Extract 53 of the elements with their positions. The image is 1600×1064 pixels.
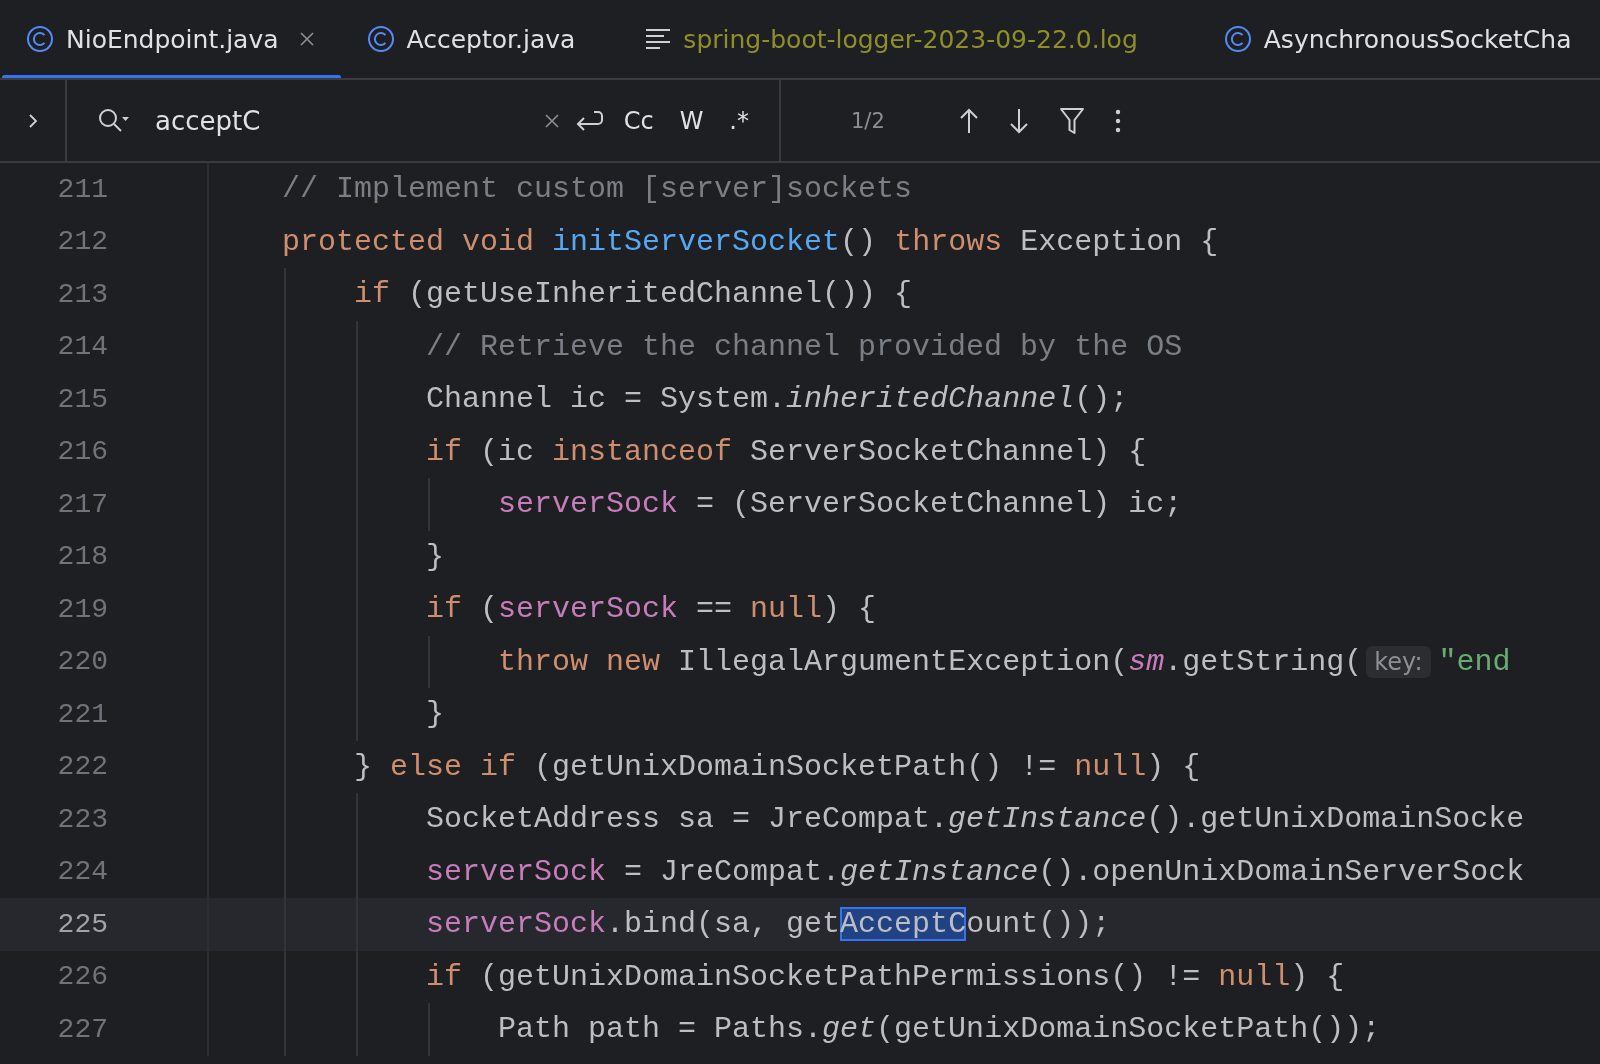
search-option-button[interactable]: W (673, 106, 710, 135)
line-number: 218 (57, 541, 108, 573)
editor-tab[interactable]: Acceptor.java (340, 0, 602, 78)
close-icon[interactable] (298, 31, 315, 47)
arrow-up-icon[interactable] (958, 107, 979, 134)
code-line: if (serverSock == null) { (425, 592, 877, 627)
line-number: 226 (57, 961, 108, 993)
code-line: protected void initServerSocket() throws Exception { (282, 224, 1219, 259)
line-number: 217 (57, 488, 108, 520)
code-line: } (425, 539, 445, 574)
code-line: } else if (getUnixDomainSocketPath() != null) { (353, 749, 1201, 784)
chevron-right-icon[interactable] (27, 112, 38, 129)
search-option-button[interactable]: .* (723, 106, 755, 135)
editor-tab[interactable]: spring-boot-logger-2023-09-22.0.log (601, 0, 1198, 78)
line-number: 223 (57, 803, 108, 835)
line-number: 216 (57, 436, 108, 468)
code-line: } (425, 697, 445, 732)
match-count: 1/2 (851, 108, 885, 133)
code-line: // Implement custom [server]sockets (282, 172, 913, 207)
text-lines-icon (645, 28, 672, 50)
search-option-button[interactable]: Cc (617, 106, 660, 135)
search-field[interactable]: acceptC Cc W .* (67, 80, 781, 161)
line-number: 211 (57, 173, 108, 205)
code-line: // Retrieve the channel provided by the OS (425, 329, 1183, 364)
code-line: if (getUseInheritedChannel()) { (353, 277, 913, 312)
editor-tab[interactable]: NioEndpoint.java (0, 0, 341, 78)
code-line: throw new IllegalArgumentException(sm.getString( key: "end (497, 644, 1511, 679)
editor-tab[interactable]: AsynchronousSocketCha (1197, 0, 1598, 78)
line-number: 219 (57, 593, 108, 625)
line-number: 221 (57, 698, 108, 730)
line-number: 222 (57, 751, 108, 783)
class-icon (1223, 25, 1252, 53)
code-line: Path path = Paths.get(getUnixDomainSocketPath()); (497, 1012, 1381, 1047)
line-number: 213 (57, 278, 108, 310)
code-line: if (ic instanceof ServerSocketChannel) { (425, 434, 1147, 469)
filter-icon[interactable] (1058, 106, 1085, 135)
code-line: Channel ic = System.inheritedChannel(); (425, 382, 1129, 417)
line-number: 225 (57, 908, 108, 940)
line-number: 214 (57, 331, 108, 363)
code-line: serverSock = JreCompat.getInstance().openUnixDomainServerSock (425, 854, 1525, 889)
line-number: 220 (57, 646, 108, 678)
code-line: serverSock = (ServerSocketChannel) ic; (497, 487, 1183, 522)
class-icon (366, 25, 395, 53)
code-line: if (getUnixDomainSocketPathPermissions() != null) { (425, 959, 1345, 994)
line-number: 227 (57, 1013, 108, 1045)
clear-icon[interactable] (543, 112, 560, 129)
line-number: 212 (57, 226, 108, 258)
class-icon (26, 25, 54, 53)
line-number: 215 (57, 383, 108, 415)
line-number: 224 (57, 856, 108, 888)
code-line: SocketAddress sa = JreCompat.getInstance().getUnixDomainSocke (425, 802, 1525, 837)
more-icon[interactable] (1114, 107, 1121, 134)
arrow-down-icon[interactable] (1008, 107, 1029, 134)
